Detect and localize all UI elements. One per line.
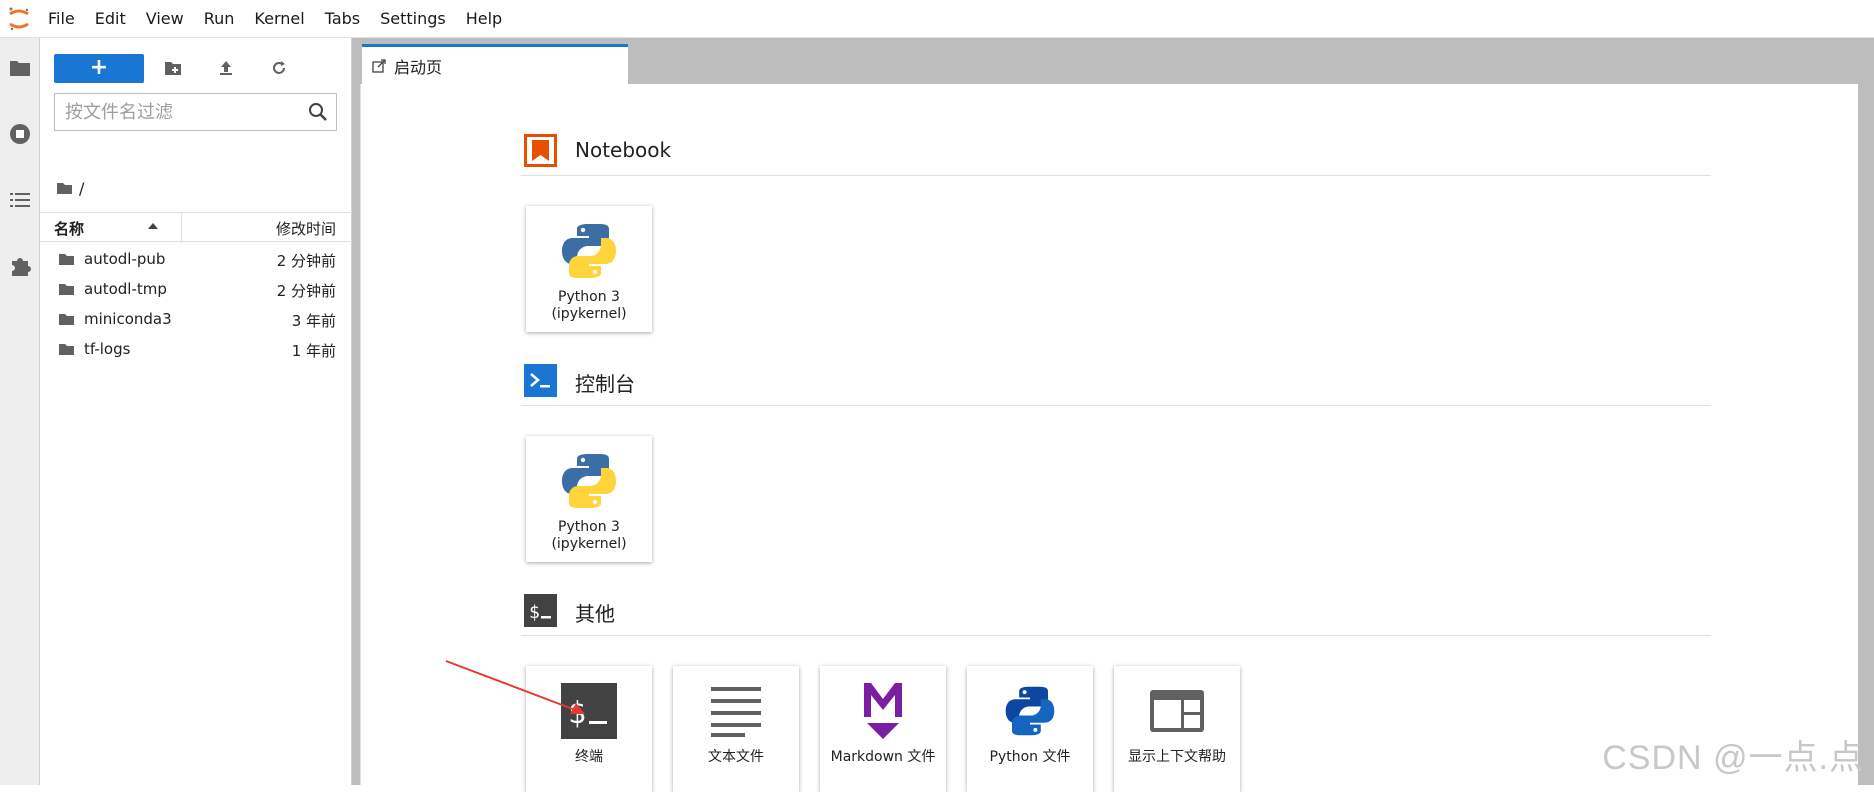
main-tab-bar: 启动页 [360, 38, 1874, 84]
file-name: tf-logs [84, 340, 131, 358]
right-panel-edge [1858, 84, 1874, 785]
menu-edit[interactable]: Edit [85, 0, 136, 38]
console-python3-card[interactable]: Python 3 (ipykernel) [526, 436, 652, 562]
menu-kernel[interactable]: Kernel [244, 0, 314, 38]
markdown-file-card[interactable]: Markdown 文件 [820, 666, 946, 792]
menu-run[interactable]: Run [194, 0, 245, 38]
console-section-header: 控制台 [521, 360, 1711, 406]
upload-icon[interactable] [212, 54, 240, 82]
menu-help[interactable]: Help [456, 0, 512, 38]
other-section-header: $ 其他 [521, 590, 1711, 636]
card-label: Python 3 (ipykernel) [551, 289, 627, 322]
extension-puzzle-icon[interactable] [6, 252, 34, 280]
python-file-card[interactable]: Python 文件 [967, 666, 1093, 792]
section-title: 控制台 [575, 372, 635, 396]
search-icon[interactable] [308, 102, 328, 122]
menu-tabs[interactable]: Tabs [315, 0, 370, 38]
column-divider[interactable] [181, 213, 182, 243]
file-browser-panel: + / 名称 修改时间 autodl-pub 2 分钟前 [40, 38, 352, 785]
context-help-card[interactable]: 显示上下文帮助 [1114, 666, 1240, 792]
console-icon [524, 364, 557, 397]
svg-text:$: $ [529, 602, 540, 623]
list-item[interactable]: miniconda3 3 年前 [40, 304, 352, 334]
list-item[interactable]: autodl-pub 2 分钟前 [40, 244, 352, 274]
section-title: Notebook [575, 138, 672, 162]
card-label: Python 3 (ipykernel) [551, 519, 627, 552]
text-file-card[interactable]: 文本文件 [673, 666, 799, 792]
refresh-icon[interactable] [265, 54, 293, 82]
file-modified: 1 年前 [291, 342, 336, 360]
launcher-panel: Notebook Python 3 (ipykernel) 控制台 Python… [360, 84, 1858, 792]
breadcrumb: / [56, 178, 84, 198]
folder-icon [59, 344, 74, 355]
left-activity-bar [0, 38, 40, 785]
file-name: miniconda3 [84, 310, 172, 328]
menu-settings[interactable]: Settings [370, 0, 456, 38]
card-label: Markdown 文件 [830, 749, 936, 765]
text-file-icon [703, 678, 769, 744]
file-list: autodl-pub 2 分钟前 autodl-tmp 2 分钟前 minico… [40, 244, 352, 364]
table-of-contents-icon[interactable] [6, 186, 34, 214]
column-header-name[interactable]: 名称 [54, 218, 84, 239]
folder-icon [59, 314, 74, 325]
watermark: CSDN @一点.点 [1602, 739, 1864, 777]
folder-icon [59, 284, 74, 295]
python-logo-icon [556, 448, 622, 514]
panel-splitter[interactable] [352, 38, 360, 785]
home-folder-icon[interactable] [56, 182, 73, 195]
file-list-header: 名称 修改时间 [40, 212, 352, 243]
file-modified: 2 分钟前 [276, 282, 336, 300]
card-label: 显示上下文帮助 [1128, 749, 1226, 765]
python-file-icon [997, 678, 1063, 744]
tab-label: 启动页 [394, 57, 443, 77]
menu-file[interactable]: File [38, 0, 85, 38]
terminal-icon: $ [556, 678, 622, 744]
notebook-python3-card[interactable]: Python 3 (ipykernel) [526, 206, 652, 332]
filter-files-input[interactable] [55, 101, 295, 123]
file-modified: 3 年前 [291, 312, 336, 330]
jupyter-logo-icon[interactable] [0, 0, 38, 38]
file-browser-toolbar: + [40, 46, 352, 86]
column-header-modified[interactable]: 修改时间 [276, 218, 336, 239]
filter-files-field [54, 93, 337, 131]
breadcrumb-root[interactable]: / [79, 179, 84, 198]
sort-ascending-icon [148, 223, 158, 229]
new-launcher-button[interactable]: + [54, 54, 144, 83]
card-label: 终端 [575, 749, 603, 765]
list-item[interactable]: tf-logs 1 年前 [40, 334, 352, 364]
terminal-card[interactable]: $ 终端 [526, 666, 652, 792]
file-name: autodl-tmp [84, 280, 167, 298]
folder-icon[interactable] [6, 54, 34, 82]
file-name: autodl-pub [84, 250, 166, 268]
context-help-icon [1144, 678, 1210, 744]
launcher-icon [372, 58, 386, 73]
notebook-section-header: Notebook [521, 130, 1711, 176]
terminal-section-icon: $ [524, 594, 557, 627]
notebook-icon [524, 134, 557, 167]
list-item[interactable]: autodl-tmp 2 分钟前 [40, 274, 352, 304]
menubar: File Edit View Run Kernel Tabs Settings … [0, 0, 1874, 38]
new-folder-icon[interactable] [159, 54, 187, 82]
card-label: Python 文件 [989, 749, 1071, 765]
folder-icon [59, 254, 74, 265]
markdown-icon [850, 678, 916, 744]
python-logo-icon [556, 218, 622, 284]
section-title: 其他 [575, 602, 615, 626]
tab-launcher[interactable]: 启动页 [362, 44, 628, 84]
running-kernels-icon[interactable] [6, 120, 34, 148]
menu-view[interactable]: View [136, 0, 194, 38]
svg-text:$: $ [568, 696, 586, 731]
card-label: 文本文件 [708, 749, 764, 765]
file-modified: 2 分钟前 [276, 252, 336, 270]
